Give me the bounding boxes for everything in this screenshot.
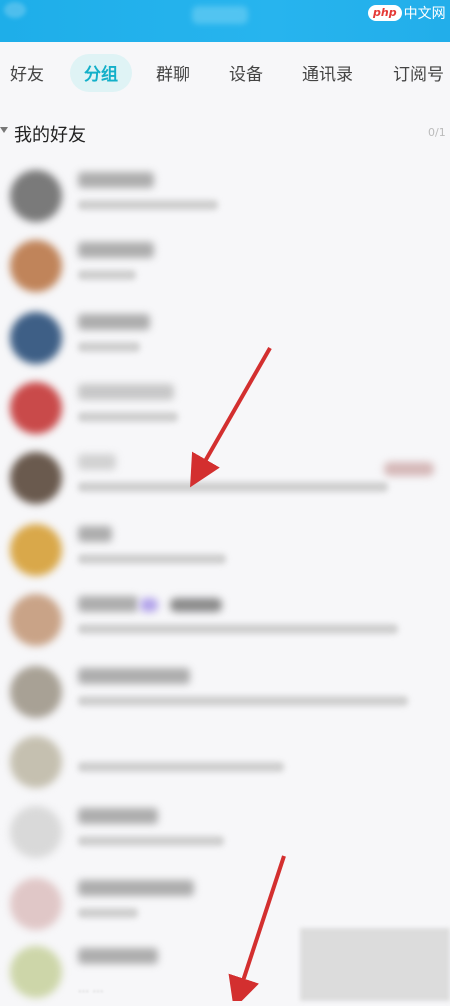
arrow-upper: [190, 347, 272, 488]
annotation-arrows: [190, 347, 286, 1001]
arrow-lower: [228, 855, 286, 1001]
